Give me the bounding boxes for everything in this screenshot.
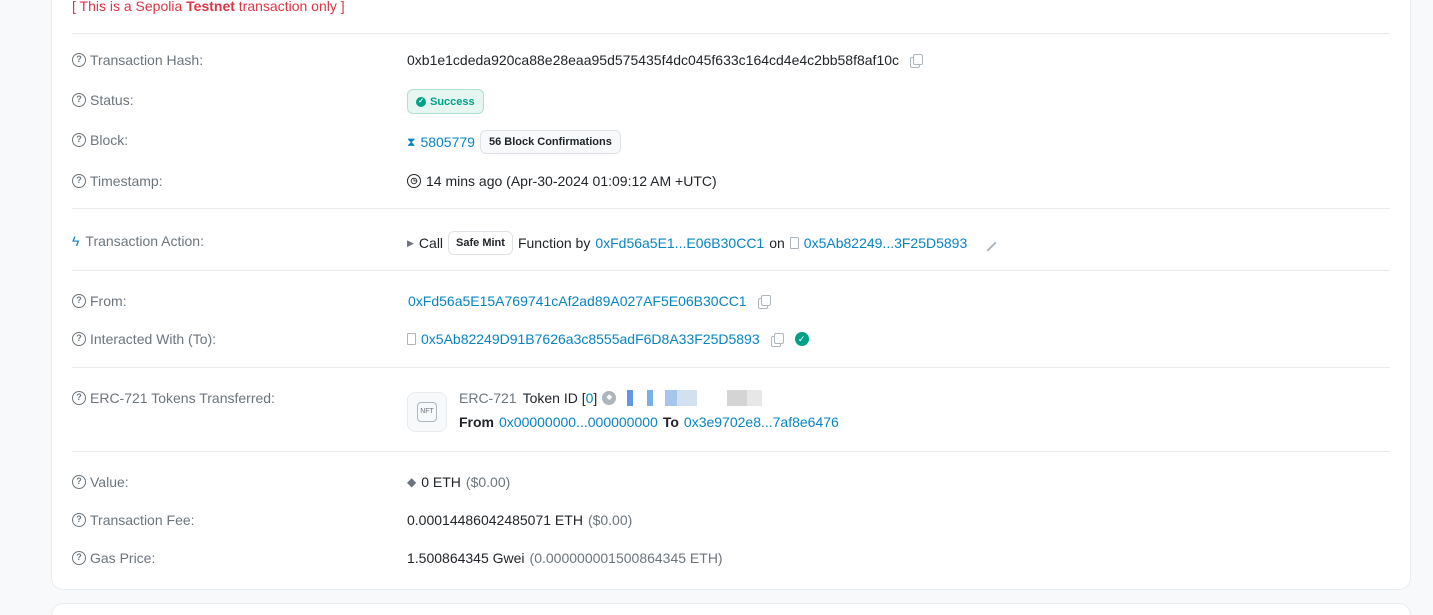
row-transaction-action: ϟ Transaction Action: ▶ Call Safe Mint Fu…	[72, 231, 1390, 255]
copy-icon[interactable]	[910, 54, 924, 68]
row-block: ? Block: ⧗ 5805779 56 Block Confirmations	[72, 130, 1390, 154]
action-from-link[interactable]: 0xFd56a5E1...E06B30CC1	[595, 233, 764, 253]
divider	[72, 270, 1390, 271]
copy-icon[interactable]	[770, 333, 784, 347]
from-address-link[interactable]: 0xFd56a5E15A769741cAf2ad89A027AF5E06B30C…	[408, 291, 747, 311]
row-value: ? Value: ◆ 0 ETH ($0.00)	[72, 472, 1390, 492]
contract-file-icon	[789, 237, 799, 249]
label-transaction-action: Transaction Action:	[85, 233, 204, 249]
help-icon[interactable]: ?	[72, 551, 86, 565]
nft-icon: NFT	[407, 392, 447, 432]
label-interacted-with: Interacted With (To):	[90, 331, 217, 347]
row-status: ? Status: ✓ Success	[72, 89, 1390, 115]
row-from: ? From: 0xFd56a5E15A769741cAf2ad89A027AF5…	[72, 291, 1390, 311]
help-icon[interactable]: ?	[72, 53, 86, 67]
help-icon[interactable]: ?	[72, 391, 86, 405]
contract-file-icon	[407, 333, 416, 345]
help-icon[interactable]: ?	[72, 475, 86, 489]
block-confirmations-badge: 56 Block Confirmations	[479, 130, 621, 154]
row-erc721-transferred: ? ERC-721 Tokens Transferred: NFT ERC-721…	[72, 388, 1390, 434]
help-icon[interactable]: ?	[72, 332, 86, 346]
token-name-blurred[interactable]	[617, 390, 768, 406]
label-timestamp: Timestamp:	[90, 173, 163, 189]
fee-amount: 0.00014486042485071 ETH	[407, 512, 583, 528]
label-transaction-fee: Transaction Fee:	[90, 512, 195, 528]
label-transaction-hash: Transaction Hash:	[90, 52, 204, 68]
label-gas-price: Gas Price:	[90, 550, 156, 566]
lightning-icon: ϟ	[72, 233, 80, 249]
help-icon[interactable]: ?	[72, 133, 86, 147]
transaction-hash-value: 0xb1e1cdeda920ca88e28eaa95d575435f4dc045…	[407, 52, 900, 68]
help-icon[interactable]: ?	[72, 93, 86, 107]
timestamp-value: 14 mins ago (Apr-30-2024 01:09:12 AM +UT…	[426, 173, 717, 189]
erc721-to-link[interactable]: 0x3e9702e8...7af8e6476	[684, 412, 839, 432]
verified-check-icon: ✓	[794, 332, 809, 346]
help-icon[interactable]: ?	[72, 513, 86, 527]
row-gas-price: ? Gas Price: 1.500864345 Gwei (0.00000000…	[72, 548, 1390, 568]
label-erc721: ERC-721 Tokens Transferred:	[90, 390, 275, 406]
token-id-link[interactable]: 0	[586, 388, 594, 408]
value-amount: 0 ETH	[421, 474, 461, 490]
clock-icon: ◷	[407, 174, 421, 188]
row-transaction-hash: ? Transaction Hash: 0xb1e1cdeda920ca88e28…	[72, 50, 1390, 70]
copy-icon[interactable]	[757, 295, 771, 309]
help-icon[interactable]: ?	[72, 174, 86, 188]
ethereum-icon: ◆	[407, 475, 417, 489]
testnet-notice: [ This is a Sepolia Testnet transaction …	[72, 0, 345, 14]
check-circle-icon: ✓	[416, 96, 426, 107]
hourglass-icon: ⧗	[407, 135, 416, 149]
gas-price-amount: 1.500864345 Gwei	[407, 550, 525, 566]
to-address-link[interactable]: 0x5Ab82249D91B7626a3c8555adF6D8A33F25D58…	[421, 329, 760, 349]
label-value: Value:	[90, 474, 129, 490]
divider	[72, 367, 1390, 368]
action-contract-link[interactable]: 0x5Ab82249...3F25D5893	[804, 233, 967, 253]
secondary-card	[51, 603, 1411, 615]
erc721-from-link[interactable]: 0x00000000...000000000	[499, 412, 658, 432]
row-transaction-fee: ? Transaction Fee: 0.00014486042485071 ET…	[72, 510, 1390, 530]
divider	[72, 451, 1390, 452]
row-interacted-with: ? Interacted With (To): 0x5Ab82249D91B762…	[72, 329, 1390, 349]
status-badge: ✓ Success	[407, 89, 484, 114]
block-number-link[interactable]: 5805779	[420, 132, 475, 152]
row-timestamp: ? Timestamp: ◷ 14 mins ago (Apr-30-2024 0…	[72, 171, 1390, 191]
caret-right-icon[interactable]: ▶	[407, 233, 414, 253]
pencil-icon[interactable]	[979, 234, 997, 252]
method-badge: Safe Mint	[448, 231, 513, 255]
label-block: Block:	[90, 132, 129, 148]
divider	[72, 33, 1390, 34]
token-standard: ERC-721	[459, 390, 517, 406]
token-logo-icon: ◆	[602, 391, 617, 405]
help-icon[interactable]: ?	[72, 294, 86, 308]
label-status: Status:	[90, 92, 134, 108]
label-from: From:	[90, 293, 127, 309]
divider	[72, 208, 1390, 209]
